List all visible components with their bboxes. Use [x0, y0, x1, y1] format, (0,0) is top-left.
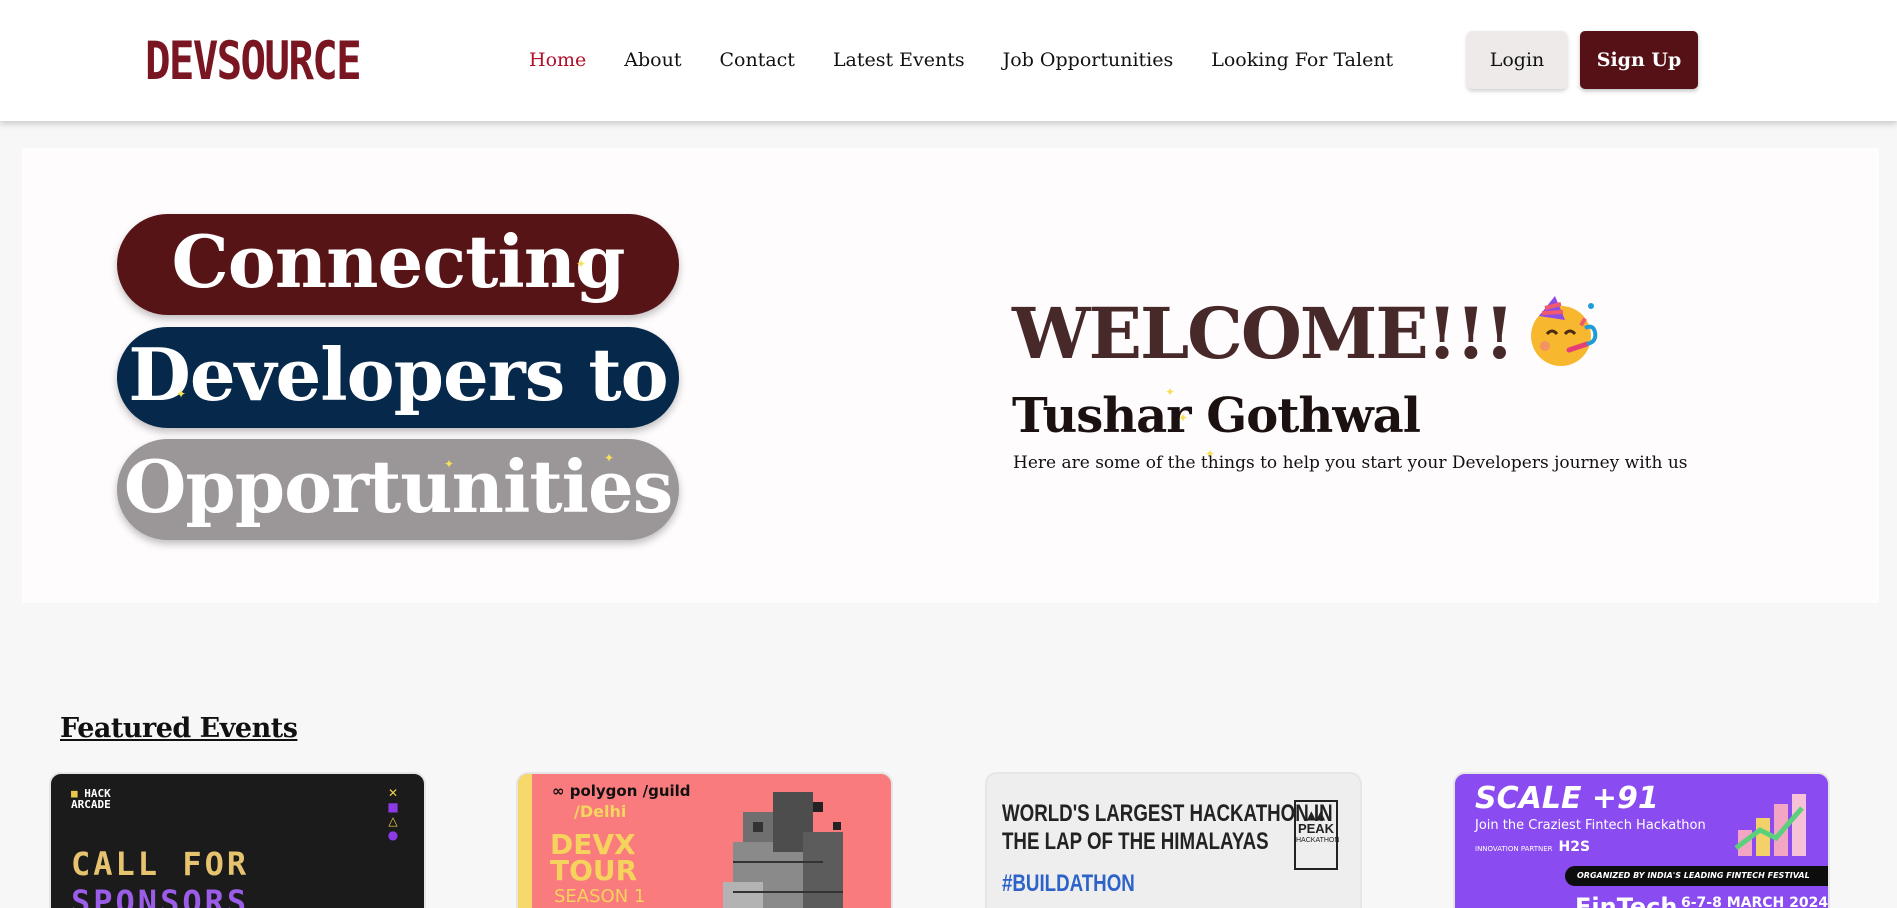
fintech-brand: FinTech — [1575, 893, 1678, 908]
nav-looking-for-talent[interactable]: Looking For Talent — [1211, 46, 1393, 74]
peak-hackathon-logo: ▲▲ PEAK HACKATHON — [1294, 800, 1339, 870]
welcome-text: WELCOME!!! — [1012, 292, 1515, 375]
card-subtitle: Join the Craziest Fintech Hackathon — [1475, 818, 1706, 833]
building-illustration-icon — [723, 792, 843, 908]
sparkle-icon: ✦ — [604, 451, 615, 465]
nav-home[interactable]: Home — [529, 46, 586, 74]
card-city: /Delhi — [574, 802, 627, 821]
sparkle-icon: ✦ — [576, 257, 587, 271]
card-headline: CALL FOR — [71, 845, 250, 883]
event-date: 6-7-8 MARCH 2024 — [1681, 895, 1829, 908]
card-season: SEASON 1 — [554, 886, 646, 907]
event-card-peak-hackathon[interactable]: WORLD'S LARGEST HACKATHON IN THE LAP OF … — [985, 772, 1362, 908]
polygon-guild-logo: ∞ polygon /guild — [552, 782, 691, 800]
card-accent-strip — [518, 774, 532, 908]
devsource-logo[interactable]: DEVSOURCE — [145, 33, 362, 90]
growth-chart-icon — [1734, 794, 1806, 856]
nav-contact[interactable]: Contact — [719, 46, 794, 74]
partying-face-icon — [1525, 294, 1601, 386]
featured-events-title: Featured Events — [60, 713, 298, 744]
card-title: SCALE +91 — [1475, 781, 1659, 816]
nav-job-opportunities[interactable]: Job Opportunities — [1003, 46, 1174, 74]
sparkle-icon: ✦ — [444, 457, 455, 471]
tagline-pill-connecting: Connecting — [117, 214, 679, 315]
login-button[interactable]: Login — [1467, 31, 1567, 89]
event-card-hack-arcade[interactable]: ■ HACK ARCADE ✕ ■ △ ● CALL FOR SPONSORS — [49, 772, 426, 908]
welcome-heading: WELCOME!!! — [1012, 294, 1601, 386]
card-hashtag: #BUILDATHON — [1002, 870, 1135, 897]
nav-latest-events[interactable]: Latest Events — [833, 46, 965, 74]
hack-arcade-logo: ■ HACK ARCADE — [71, 787, 111, 811]
tagline-pill-developers: Developers to — [117, 327, 679, 428]
card-headline: WORLD'S LARGEST HACKATHON IN THE LAP OF … — [1002, 800, 1333, 855]
nav-about[interactable]: About — [624, 46, 681, 74]
card-title: DEVX TOUR — [550, 828, 638, 887]
arcade-shapes-icon: ✕ ■ △ ● — [387, 786, 399, 842]
top-navbar: DEVSOURCE Home About Contact Latest Even… — [0, 0, 1897, 121]
hero-description: Here are some of the things to help you … — [1013, 453, 1688, 473]
organizer-band: ORGANIZED BY INDIA'S LEADING FINTECH FES… — [1565, 866, 1828, 886]
main-nav: Home About Contact Latest Events Job Opp… — [529, 46, 1393, 74]
user-name: Tushar Gothwal — [1012, 388, 1421, 444]
event-card-devx-tour[interactable]: ∞ polygon /guild /Delhi DEVX TOUR SEASON… — [516, 772, 893, 908]
tagline-pill-opportunities: Opportunities — [117, 439, 679, 540]
sparkle-icon: ✦ — [176, 387, 187, 401]
signup-button[interactable]: Sign Up — [1580, 31, 1698, 89]
innovation-partner: INNOVATION PARTNER H2S — [1475, 839, 1591, 855]
card-headline-2: SPONSORS — [71, 883, 250, 908]
mountain-icon: ▲▲ — [1306, 808, 1326, 822]
event-card-scale-91[interactable]: SCALE +91 Join the Craziest Fintech Hack… — [1453, 772, 1830, 908]
